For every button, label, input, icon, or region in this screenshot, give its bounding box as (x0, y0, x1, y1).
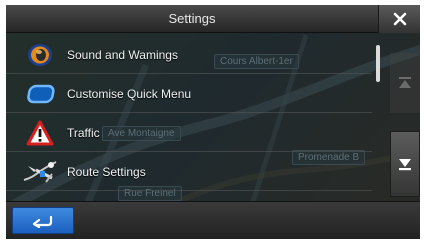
scroll-top-button[interactable] (390, 53, 420, 113)
settings-screen: Cours Albert-1er Ave Montaigne Promenade… (6, 5, 420, 239)
list-item-label: Route Settings (67, 164, 146, 179)
list-item-label: Traffic (67, 125, 100, 140)
route-icon (22, 157, 58, 187)
close-button[interactable] (378, 5, 420, 33)
scrollbar-thumb[interactable] (376, 45, 380, 82)
list-item-label: Sound and Wamings (67, 47, 178, 62)
warning-triangle-icon (22, 118, 58, 148)
list-item-sound-and-warnings[interactable]: Sound and Wamings (6, 36, 372, 74)
back-arrow-icon (32, 215, 53, 228)
list-item-customise-quick-menu[interactable]: Customise Quick Menu (6, 75, 372, 113)
list-item-route-settings[interactable]: Route Settings (6, 153, 372, 191)
quick-menu-icon (22, 79, 58, 109)
bottom-bar (6, 201, 420, 239)
speaker-icon (22, 40, 58, 70)
scroll-top-icon (399, 77, 411, 88)
close-icon (393, 12, 406, 26)
title-bar: Settings (6, 5, 420, 33)
back-button[interactable] (12, 207, 74, 234)
scroll-bottom-button[interactable] (390, 131, 420, 197)
list-item-label: Customise Quick Menu (67, 86, 192, 101)
scroll-bottom-icon (399, 158, 411, 170)
list-item-traffic[interactable]: Traffic (6, 114, 372, 152)
page-title: Settings (168, 11, 216, 26)
settings-list: Sound and Wamings Customise Quick Menu T… (6, 36, 372, 201)
